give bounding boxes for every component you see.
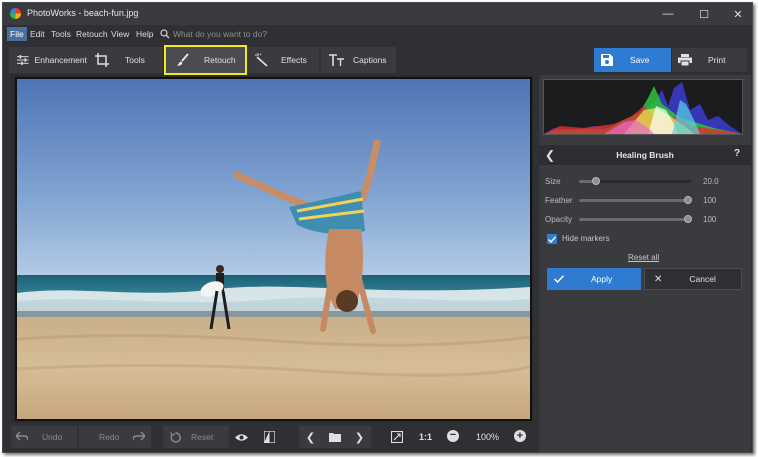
opacity-value: 100 bbox=[703, 215, 717, 224]
title-bar: PhotoWorks - beach-fun.jpg — ☐ ✕ bbox=[3, 3, 752, 25]
size-label: Size bbox=[545, 177, 561, 186]
feather-value: 100 bbox=[703, 196, 717, 205]
apply-button[interactable]: Apply bbox=[547, 268, 641, 290]
tab-label: Enhancement bbox=[34, 55, 87, 65]
actual-size-button[interactable]: 1:1 bbox=[419, 432, 432, 442]
chevron-right-icon[interactable]: ❯ bbox=[355, 431, 364, 444]
tab-captions[interactable]: Captions bbox=[321, 47, 396, 73]
save-label: Save bbox=[630, 55, 650, 65]
feather-slider[interactable] bbox=[579, 199, 691, 202]
reset-label: Reset bbox=[191, 432, 214, 442]
help-button[interactable]: ? bbox=[734, 148, 740, 159]
magic-wand-icon bbox=[255, 53, 268, 67]
text-icon bbox=[329, 54, 344, 66]
tab-label: Captions bbox=[353, 55, 387, 65]
size-slider-thumb[interactable] bbox=[592, 177, 600, 185]
print-label: Print bbox=[708, 55, 726, 65]
cancel-button[interactable]: ✕ Cancel bbox=[644, 268, 742, 290]
eye-icon[interactable] bbox=[235, 433, 248, 442]
minimize-icon[interactable]: — bbox=[651, 3, 685, 25]
search-input[interactable] bbox=[173, 27, 373, 41]
hide-markers-label[interactable]: Hide markers bbox=[562, 234, 610, 243]
opacity-label: Opacity bbox=[545, 215, 573, 224]
tab-effects[interactable]: Effects bbox=[247, 47, 319, 73]
menu-view[interactable]: View bbox=[108, 27, 132, 41]
printer-icon bbox=[678, 54, 692, 66]
menu-help[interactable]: Help bbox=[133, 27, 156, 41]
zoom-level: 100% bbox=[476, 432, 500, 442]
undo-label: Undo bbox=[42, 432, 63, 442]
size-value: 20.0 bbox=[703, 177, 719, 186]
opacity-slider-thumb[interactable] bbox=[684, 215, 692, 223]
save-button[interactable]: Save bbox=[594, 48, 671, 72]
app-logo-icon bbox=[10, 8, 21, 19]
file-navigation: ❮ ❯ bbox=[299, 426, 371, 448]
maximize-icon[interactable]: ☐ bbox=[687, 3, 721, 25]
folder-icon[interactable] bbox=[328, 432, 341, 442]
tab-tools[interactable]: Tools bbox=[87, 47, 163, 73]
back-arrow-icon[interactable]: ❮ bbox=[545, 148, 555, 162]
print-button[interactable]: Print bbox=[672, 48, 747, 72]
reset-button[interactable]: Reset bbox=[163, 426, 229, 448]
tab-retouch[interactable]: Retouch bbox=[164, 45, 247, 75]
crop-icon bbox=[95, 53, 109, 67]
reset-icon bbox=[170, 431, 181, 443]
zoom-out-icon[interactable]: − bbox=[447, 430, 459, 442]
photo-canvas[interactable] bbox=[15, 77, 532, 421]
tab-label: Tools bbox=[125, 55, 145, 65]
search-icon[interactable] bbox=[160, 29, 170, 39]
menu-file[interactable]: File bbox=[7, 27, 27, 41]
tab-label: Effects bbox=[281, 55, 307, 65]
window-title: PhotoWorks - beach-fun.jpg bbox=[27, 8, 139, 18]
sliders-icon bbox=[17, 55, 29, 65]
close-icon[interactable]: ✕ bbox=[721, 3, 752, 25]
compare-icon[interactable] bbox=[264, 431, 275, 443]
close-icon: ✕ bbox=[654, 273, 663, 285]
apply-label: Apply bbox=[591, 274, 613, 284]
cancel-label: Cancel bbox=[689, 274, 716, 284]
undo-button[interactable]: Undo bbox=[11, 426, 77, 448]
tab-label: Retouch bbox=[204, 55, 236, 65]
menu-tools[interactable]: Tools bbox=[48, 27, 74, 41]
menu-edit[interactable]: Edit bbox=[27, 27, 48, 41]
undo-icon bbox=[16, 432, 28, 441]
save-icon bbox=[601, 54, 613, 66]
feather-label: Feather bbox=[545, 196, 573, 205]
menu-retouch[interactable]: Retouch bbox=[73, 27, 111, 41]
reset-all-link[interactable]: Reset all bbox=[628, 253, 659, 262]
opacity-slider[interactable] bbox=[579, 218, 691, 221]
zoom-in-icon[interactable]: + bbox=[514, 430, 526, 442]
checkmark-icon bbox=[554, 275, 564, 283]
tab-enhancement[interactable]: Enhancement bbox=[9, 47, 87, 73]
hide-markers-checkbox[interactable] bbox=[547, 234, 557, 244]
panel-title: Healing Brush bbox=[616, 150, 674, 160]
menu-bar: File Edit Tools Retouch View Help bbox=[3, 25, 752, 43]
panel-header: Healing Brush bbox=[539, 145, 751, 165]
feather-slider-thumb[interactable] bbox=[684, 196, 692, 204]
histogram bbox=[543, 79, 743, 135]
histogram-chart bbox=[544, 82, 742, 134]
beach-photo-image[interactable] bbox=[17, 79, 530, 419]
brush-icon bbox=[177, 53, 189, 66]
chevron-left-icon[interactable]: ❮ bbox=[306, 431, 315, 444]
redo-label: Redo bbox=[99, 432, 120, 442]
fit-to-screen-icon[interactable] bbox=[391, 431, 403, 443]
app-window: PhotoWorks - beach-fun.jpg — ☐ ✕ File Ed… bbox=[2, 2, 753, 453]
redo-button[interactable]: Redo bbox=[79, 426, 151, 448]
bottom-toolbar: Undo Redo Reset ❮ ❯ 1:1 − 100% + bbox=[3, 424, 539, 452]
redo-icon bbox=[133, 432, 146, 441]
checkmark-icon bbox=[548, 235, 556, 243]
